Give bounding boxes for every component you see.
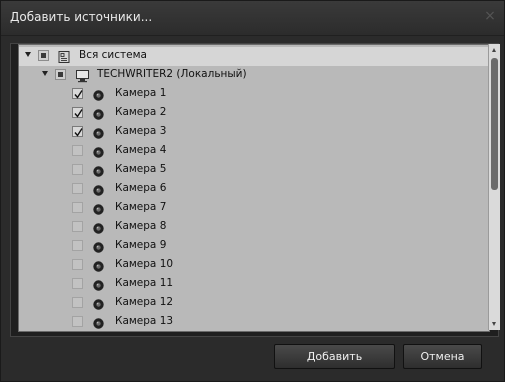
scrollbar-thumb[interactable] [491, 58, 498, 190]
scroll-up-icon[interactable] [492, 48, 496, 52]
tree-row-camera[interactable]: Камера 1 [19, 85, 489, 104]
tree-row-server[interactable]: TECHWRITER2 (Локальный) [19, 66, 489, 85]
tree-label: Камера 13 [115, 315, 174, 327]
tree-label: Камера 1 [115, 87, 167, 99]
tree-row-camera[interactable]: Камера 5 [19, 161, 489, 180]
camera-icon [92, 315, 105, 331]
camera-checkbox[interactable] [72, 278, 83, 289]
tree-label: Камера 5 [115, 163, 167, 175]
camera-checkbox[interactable] [72, 240, 83, 251]
expand-arrow-icon[interactable] [25, 52, 31, 57]
tree-label: Камера 2 [115, 106, 167, 118]
camera-checkbox[interactable] [72, 145, 83, 156]
tree-label: Вся система [79, 49, 147, 61]
tree-label: Камера 4 [115, 144, 167, 156]
camera-checkbox[interactable] [72, 259, 83, 270]
tree-row-camera[interactable]: Камера 9 [19, 237, 489, 256]
cancel-button[interactable]: Отмена [403, 344, 482, 369]
camera-checkbox[interactable] [72, 164, 83, 175]
camera-checkbox[interactable] [72, 107, 83, 118]
camera-checkbox[interactable] [72, 88, 83, 99]
camera-checkbox[interactable] [72, 126, 83, 137]
tree-label: Камера 11 [115, 277, 174, 289]
tree-label: TECHWRITER2 (Локальный) [97, 68, 247, 80]
scroll-down-icon[interactable] [492, 322, 496, 326]
tree-label: Камера 6 [115, 182, 167, 194]
camera-checkbox[interactable] [72, 316, 83, 327]
close-icon[interactable]: × [482, 8, 498, 24]
tree-row-camera[interactable]: Камера 12 [19, 294, 489, 313]
tree-row-camera[interactable]: Камера 11 [19, 275, 489, 294]
camera-checkbox[interactable] [72, 202, 83, 213]
source-tree: Вся система TECHWRITER2 (Локальный) Каме… [18, 44, 490, 332]
tree-label: Камера 12 [115, 296, 174, 308]
root-checkbox[interactable] [38, 50, 49, 61]
tree-row-camera[interactable]: Камера 4 [19, 142, 489, 161]
tree-label: Камера 3 [115, 125, 167, 137]
tree-row-camera[interactable]: Камера 2 [19, 104, 489, 123]
tree-row-camera[interactable]: Камера 8 [19, 218, 489, 237]
expand-arrow-icon[interactable] [42, 71, 48, 76]
camera-checkbox[interactable] [72, 221, 83, 232]
tree-row-camera[interactable]: Камера 7 [19, 199, 489, 218]
add-sources-dialog: Добавить источники... × Вся система TECH… [0, 0, 505, 382]
tree-row-camera[interactable]: Камера 13 [19, 313, 489, 331]
camera-checkbox[interactable] [72, 297, 83, 308]
dialog-title: Добавить источники... [10, 10, 153, 24]
tree-label: Камера 8 [115, 220, 167, 232]
tree-row-camera[interactable]: Камера 10 [19, 256, 489, 275]
vertical-scrollbar[interactable] [488, 44, 500, 330]
title-bar: Добавить источники... × [1, 1, 504, 36]
tree-label: Камера 10 [115, 258, 174, 270]
tree-row-camera[interactable]: Камера 6 [19, 180, 489, 199]
tree-label: Камера 7 [115, 201, 167, 213]
camera-checkbox[interactable] [72, 183, 83, 194]
tree-row-root[interactable]: Вся система [19, 47, 489, 66]
add-button[interactable]: Добавить [274, 344, 395, 369]
tree-row-camera[interactable]: Камера 3 [19, 123, 489, 142]
server-checkbox[interactable] [55, 69, 66, 80]
tree-label: Камера 9 [115, 239, 167, 251]
